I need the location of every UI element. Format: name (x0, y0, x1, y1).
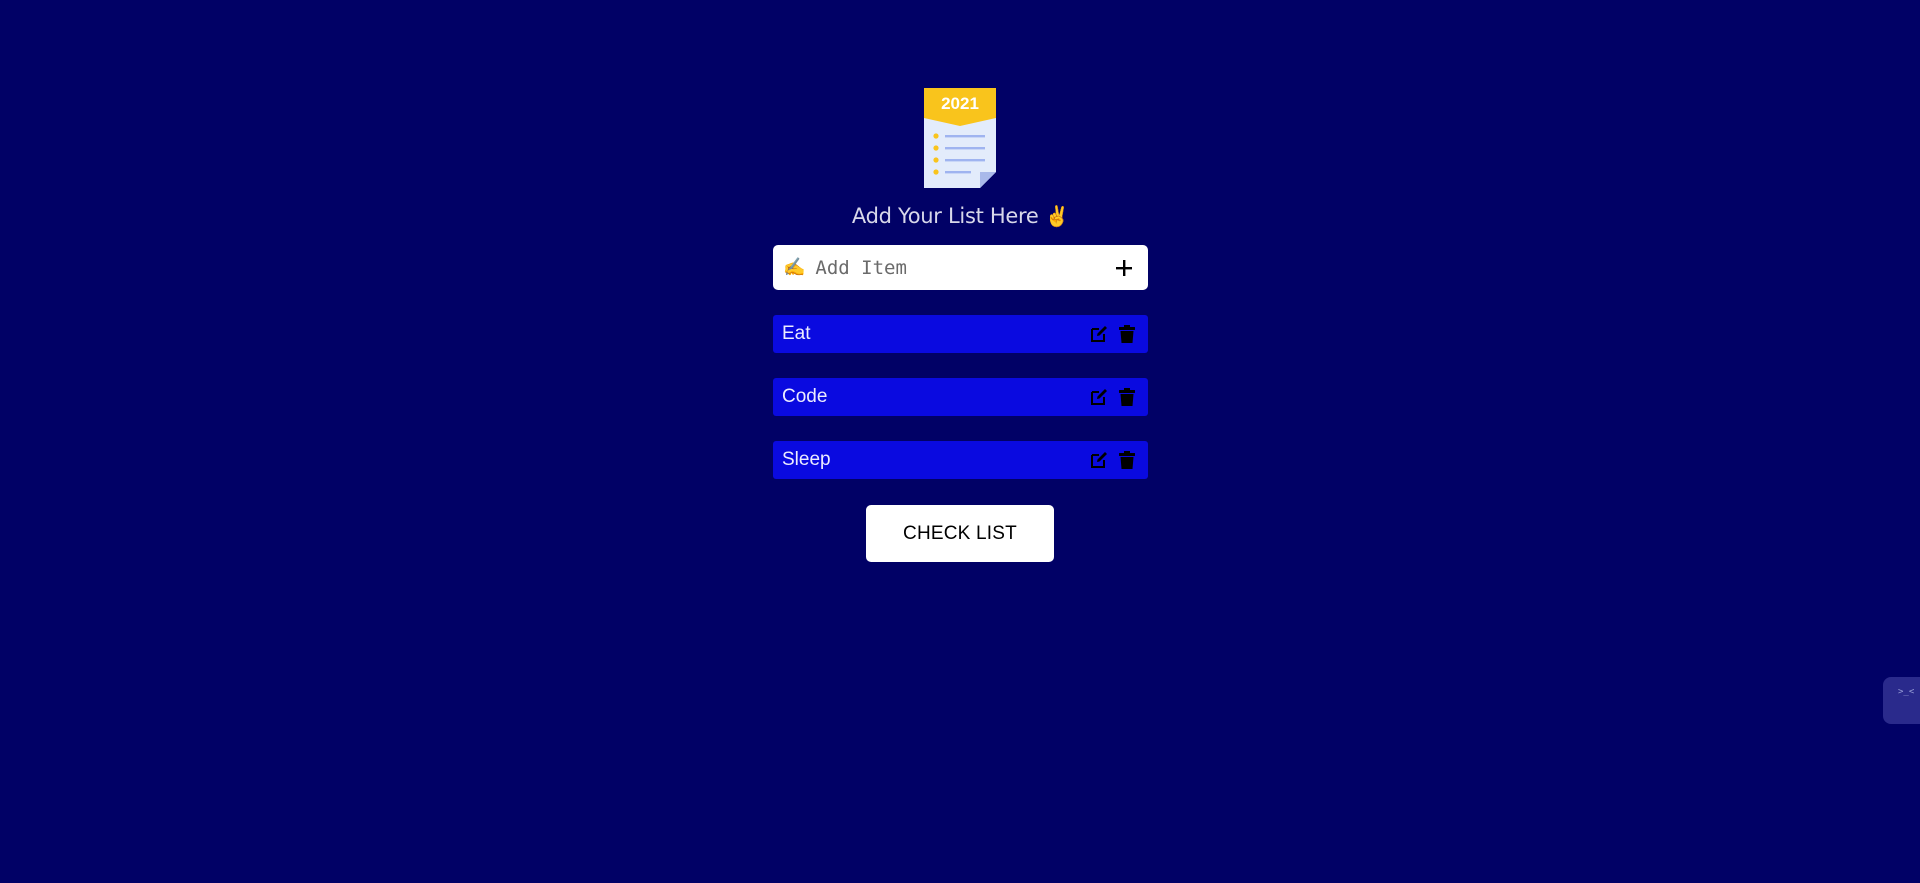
list-item: Code (773, 378, 1148, 416)
trash-icon (1119, 451, 1135, 469)
writing-hand-icon: ✍️ (783, 257, 806, 278)
list-item: Sleep (773, 441, 1148, 479)
page-title: Add Your List Here ✌️ (773, 204, 1148, 228)
side-widget-text: >_< (1898, 687, 1915, 697)
edit-icon (1091, 389, 1107, 405)
list-item-label: Sleep (782, 449, 831, 470)
item-list: Eat Code Sleep (773, 315, 1148, 504)
plus-icon (1116, 259, 1132, 276)
checklist-logo-icon: 2021 (924, 88, 996, 188)
page-title-text: Add Your List Here (851, 204, 1039, 228)
edit-icon (1091, 326, 1107, 342)
edit-button[interactable] (1088, 449, 1110, 471)
edit-button[interactable] (1088, 323, 1110, 345)
page: 2021 Add Your List Here ✌️ ✍️ Add Item E… (0, 0, 1920, 883)
side-widget-tab[interactable]: >_< (1883, 677, 1920, 724)
add-item-button[interactable] (1112, 256, 1136, 280)
add-item-box: ✍️ (773, 245, 1148, 290)
edit-icon (1091, 452, 1107, 468)
delete-button[interactable] (1116, 323, 1138, 345)
victory-hand-icon: ✌️ (1044, 204, 1070, 228)
list-item-label: Eat (782, 323, 811, 344)
logo-year: 2021 (941, 94, 979, 113)
trash-icon (1119, 388, 1135, 406)
edit-button[interactable] (1088, 386, 1110, 408)
list-item-label: Code (782, 386, 828, 407)
list-item: Eat (773, 315, 1148, 353)
delete-button[interactable] (1116, 386, 1138, 408)
trash-icon (1119, 325, 1135, 343)
delete-button[interactable] (1116, 449, 1138, 471)
check-list-button[interactable]: CHECK LIST (866, 505, 1054, 562)
add-item-input[interactable] (813, 246, 1112, 289)
